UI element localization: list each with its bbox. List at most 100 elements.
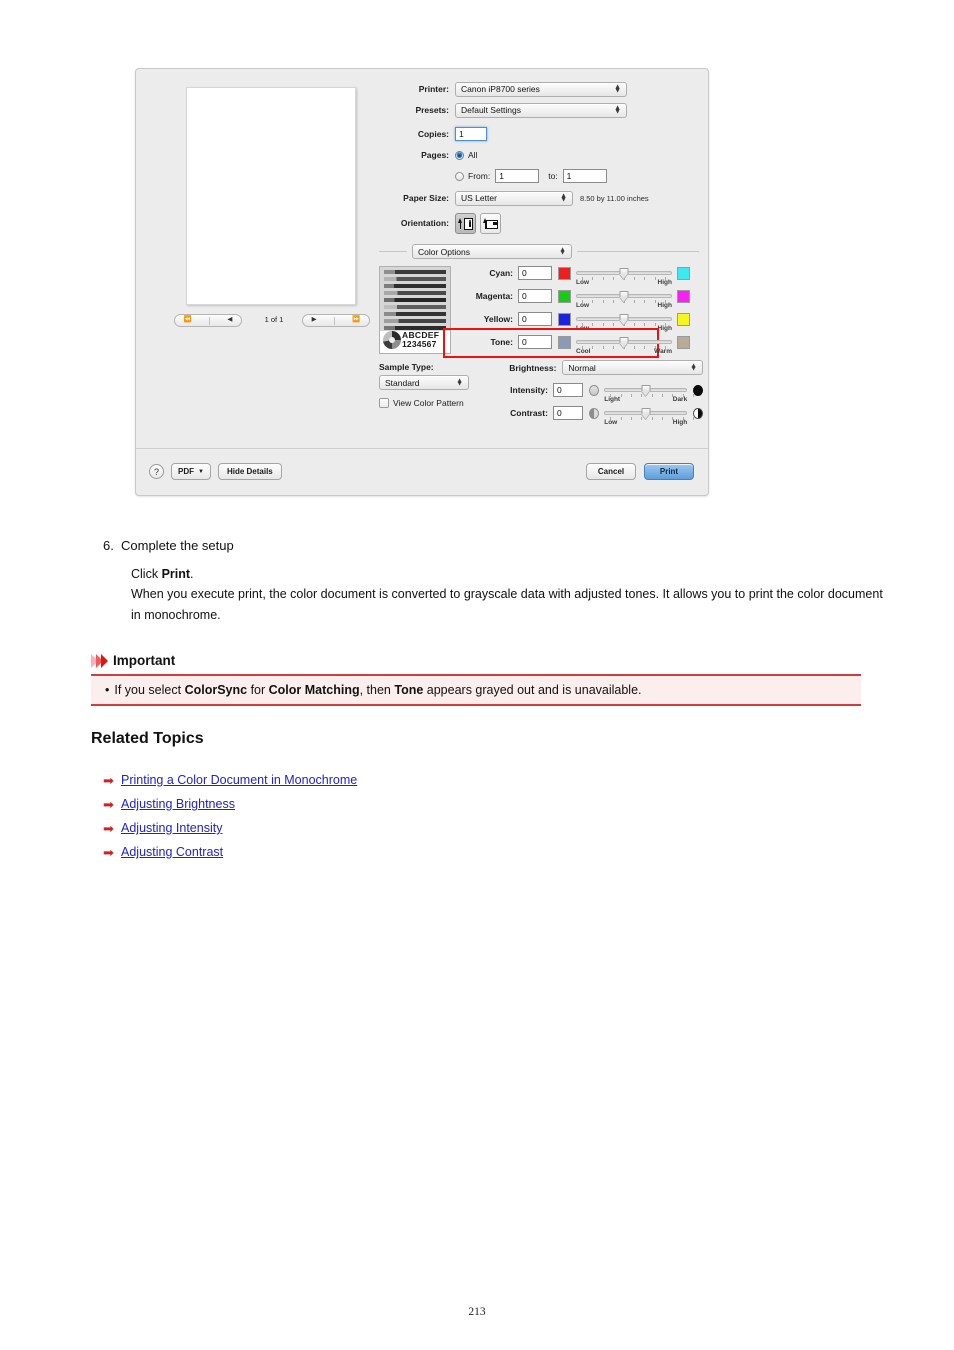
- yellow-input[interactable]: 0: [518, 312, 552, 326]
- list-item[interactable]: ➡ Adjusting Contrast: [103, 840, 703, 864]
- list-item[interactable]: ➡ Adjusting Brightness: [103, 792, 703, 816]
- prev-page-icon[interactable]: ◀: [227, 317, 232, 324]
- yellow-low-label: Low: [576, 325, 589, 332]
- tone-warm-label: Warm: [654, 348, 672, 355]
- tone-label: Tone:: [490, 337, 513, 347]
- intensity-light-label: Light: [604, 396, 621, 403]
- magenta-label: Magenta:: [475, 291, 513, 301]
- pages-from-label: From:: [468, 171, 491, 181]
- tone-input[interactable]: 0: [518, 335, 552, 349]
- disc-icon: [383, 331, 401, 349]
- related-link[interactable]: Adjusting Intensity: [121, 821, 222, 835]
- contrast-slider[interactable]: Low High: [604, 406, 695, 426]
- paper-size-value: US Letter: [461, 193, 497, 203]
- dialog-footer: ? PDF ▼ Hide Details Cancel Print: [136, 448, 708, 495]
- print-button[interactable]: Print: [644, 463, 694, 480]
- cyan-input[interactable]: 0: [518, 266, 552, 280]
- print-preview-page: [186, 87, 356, 305]
- intensity-slider[interactable]: Light Dark: [604, 383, 695, 403]
- slider-thumb[interactable]: [619, 314, 629, 325]
- important-title: Important: [113, 653, 176, 668]
- cyan-slider[interactable]: Low High: [576, 266, 672, 286]
- print-bold: Print: [161, 567, 191, 581]
- landscape-icon: [483, 217, 498, 230]
- sample-text-area: ABCDEF 1234567: [380, 329, 450, 351]
- pdf-menu-button[interactable]: PDF ▼: [171, 463, 211, 480]
- cancel-button[interactable]: Cancel: [586, 463, 636, 480]
- magenta-slider[interactable]: Low High: [576, 289, 672, 309]
- copies-label: Copies:: [417, 129, 449, 139]
- help-button[interactable]: ?: [149, 464, 164, 479]
- pages-all-radio[interactable]: [455, 150, 464, 160]
- paper-size-row: Paper Size: US Letter ▲ ▼ 8.50 by 11.00 i…: [379, 190, 699, 206]
- brightness-row: Brightness: Normal ▲ ▼: [503, 360, 703, 375]
- slider-thumb[interactable]: [619, 291, 629, 302]
- magenta-left-swatch: [558, 289, 571, 303]
- click-suffix: .: [190, 567, 194, 581]
- page-number: 213: [468, 1306, 486, 1318]
- presets-select[interactable]: Default Settings ▲ ▼: [455, 102, 627, 118]
- preview-pager: ⏪ ◀ 1 of 1 ▶ ⏩: [174, 314, 374, 328]
- magenta-input[interactable]: 0: [518, 289, 552, 303]
- divider-line-right: [577, 251, 699, 252]
- orientation-portrait-button[interactable]: [455, 212, 476, 234]
- copies-row: Copies: 1: [379, 126, 699, 142]
- contrast-slider-row: Contrast: 0 Low High: [503, 406, 703, 426]
- important-text-4: appears grayed out and is unavailable.: [423, 683, 642, 697]
- pages-from-input[interactable]: 1: [495, 169, 540, 183]
- slider-thumb[interactable]: [641, 408, 651, 419]
- cyan-label: Cyan:: [489, 268, 513, 278]
- related-link[interactable]: Adjusting Contrast: [121, 845, 223, 859]
- brightness-select[interactable]: Normal ▲ ▼: [562, 360, 703, 375]
- colorsync-bold: ColorSync: [184, 683, 248, 697]
- preview-first-prev-buttons[interactable]: ⏪ ◀: [174, 314, 242, 327]
- yellow-slider[interactable]: Low High: [576, 312, 672, 332]
- hide-details-button[interactable]: Hide Details: [217, 463, 282, 480]
- step-section: 6. Complete the setup Click Print. When y…: [103, 538, 893, 625]
- pages-to-input[interactable]: 1: [562, 169, 607, 183]
- slider-thumb[interactable]: [619, 268, 629, 279]
- pdf-label: PDF: [178, 467, 194, 476]
- important-text-2: for: [247, 683, 269, 697]
- print-pane-select[interactable]: Color Options ▲ ▼: [412, 244, 572, 259]
- brightness-value: Normal: [568, 362, 596, 373]
- orientation-landscape-button[interactable]: [480, 212, 501, 234]
- pager-divider: [209, 316, 211, 325]
- chevron-updown-icon: ▲ ▼: [559, 245, 566, 257]
- pages-all-label: All: [468, 150, 478, 160]
- slider-thumb[interactable]: [641, 385, 651, 396]
- pencils-graphic: [380, 267, 450, 331]
- step-number: 6.: [103, 538, 114, 553]
- contrast-input[interactable]: 0: [552, 406, 584, 420]
- printer-select[interactable]: Canon iP8700 series ▲ ▼: [455, 81, 627, 97]
- contrast-high-label: High: [672, 419, 688, 426]
- list-item[interactable]: ➡ Adjusting Intensity: [103, 816, 703, 840]
- intensity-input[interactable]: 0: [552, 383, 584, 397]
- intensity-dark-label: Dark: [672, 396, 688, 403]
- low-contrast-circle-icon: [589, 407, 600, 419]
- next-page-icon[interactable]: ▶: [312, 317, 317, 324]
- last-page-icon[interactable]: ⏩: [352, 317, 360, 324]
- list-item[interactable]: ➡ Printing a Color Document in Monochrom…: [103, 768, 703, 792]
- related-link[interactable]: Adjusting Brightness: [121, 797, 235, 811]
- related-link[interactable]: Printing a Color Document in Monochrome: [121, 773, 357, 787]
- first-page-icon[interactable]: ⏪: [184, 317, 192, 324]
- light-circle-icon: [589, 384, 600, 396]
- view-color-pattern-checkbox[interactable]: [379, 398, 389, 408]
- page-indicator: 1 of 1: [264, 315, 284, 324]
- copies-input[interactable]: 1: [455, 127, 487, 141]
- high-contrast-circle-icon: [693, 407, 703, 419]
- intensity-endpoints: Light Dark: [604, 396, 688, 404]
- pages-from-radio[interactable]: [455, 171, 464, 181]
- orientation-row: Orientation:: [379, 211, 699, 235]
- tone-slider[interactable]: Cool Warm: [576, 335, 672, 355]
- step-line-1: Click Print.: [131, 564, 893, 584]
- paper-size-select[interactable]: US Letter ▲ ▼: [455, 190, 573, 206]
- preview-next-last-buttons[interactable]: ▶ ⏩: [302, 314, 370, 327]
- view-color-pattern-row[interactable]: View Color Pattern: [379, 398, 497, 408]
- yellow-right-swatch: [677, 312, 690, 326]
- sample-type-select[interactable]: Standard ▲ ▼: [379, 375, 469, 390]
- tone-cool-label: Cool: [576, 348, 591, 355]
- chevron-updown-icon: ▲ ▼: [614, 104, 621, 115]
- slider-thumb[interactable]: [619, 337, 629, 348]
